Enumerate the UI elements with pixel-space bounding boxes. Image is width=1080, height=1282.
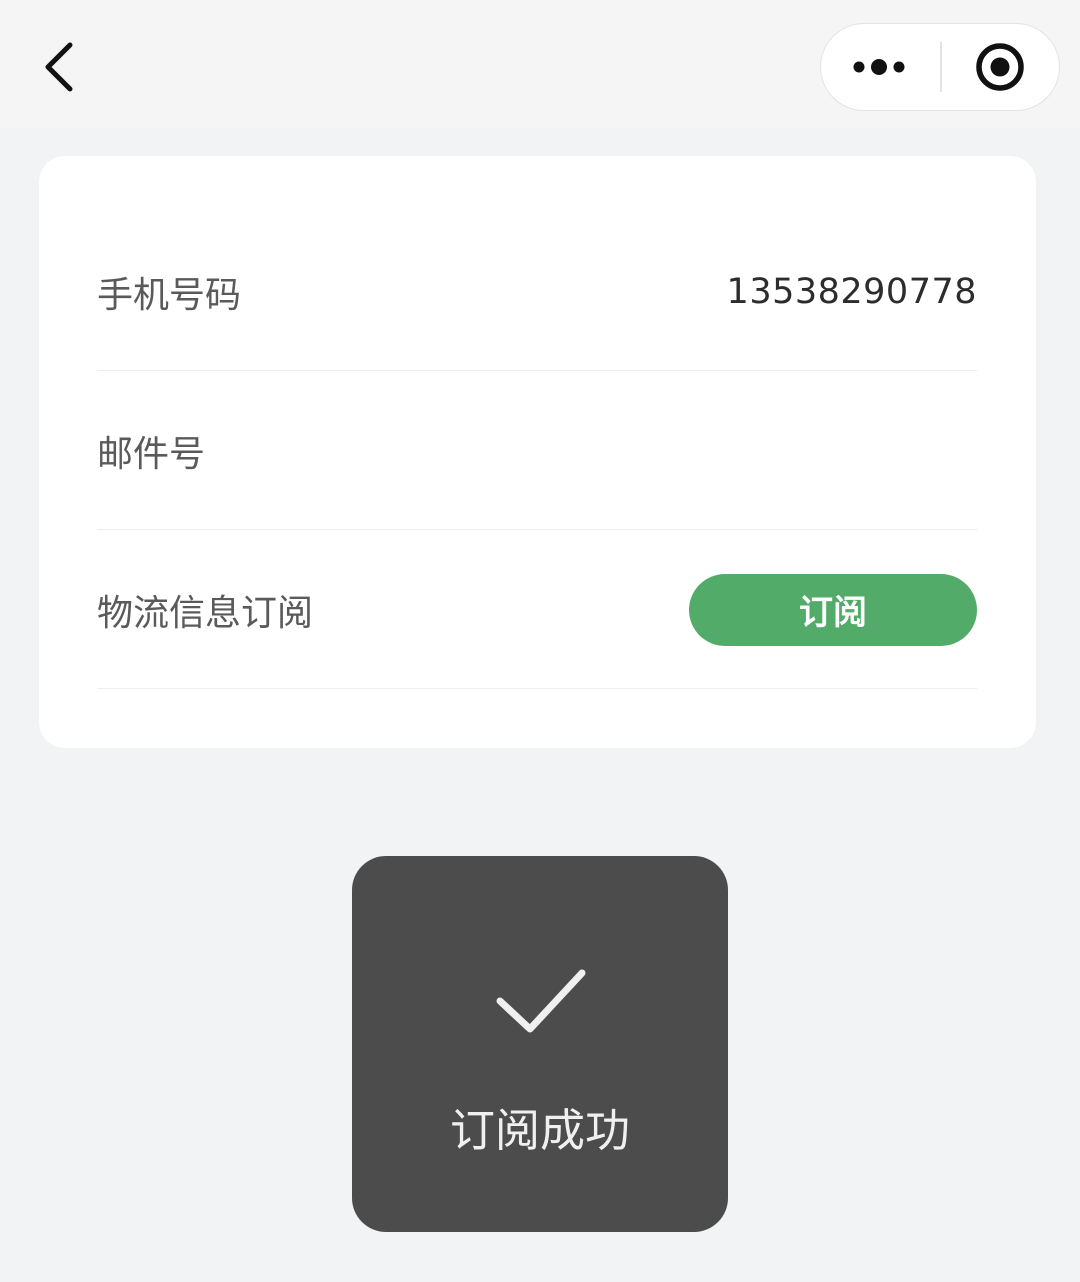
chevron-left-icon (45, 42, 73, 92)
toast-icon-wrap (352, 946, 728, 1056)
close-button[interactable] (941, 24, 1059, 109)
mini-program-capsule (820, 23, 1060, 111)
subscription-label: 物流信息订阅 (97, 592, 314, 634)
more-button[interactable] (821, 24, 941, 109)
ellipsis-icon (853, 58, 905, 75)
mail-number-row: 邮件号 (97, 372, 977, 530)
form-card: 手机号码 13538290778 邮件号 物流信息订阅 订阅 (39, 156, 1036, 748)
target-circle-icon (976, 42, 1024, 91)
success-toast: 订阅成功 (352, 856, 728, 1232)
phone-value: 13538290778 (726, 271, 977, 312)
phone-row: 手机号码 13538290778 (97, 213, 977, 371)
checkmark-icon (496, 969, 586, 1033)
mail-number-label: 邮件号 (97, 433, 206, 475)
back-button[interactable] (30, 30, 90, 104)
toast-message: 订阅成功 (449, 1104, 630, 1157)
phone-label: 手机号码 (97, 274, 242, 316)
subscribe-button[interactable]: 订阅 (689, 573, 977, 646)
subscription-row: 物流信息订阅 订阅 (97, 531, 977, 689)
navigation-bar (0, 0, 1080, 128)
